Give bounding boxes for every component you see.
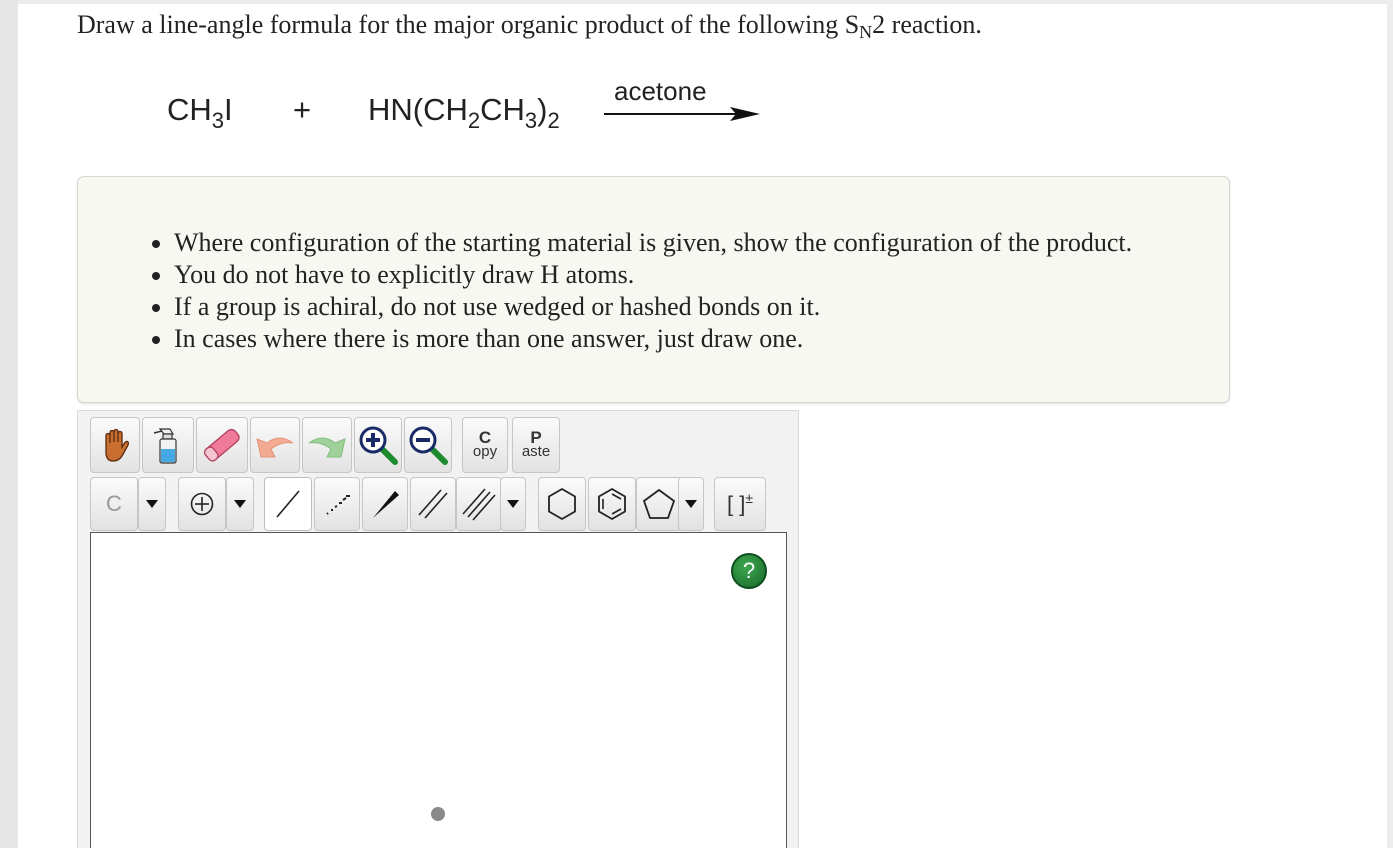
top-gutter [18, 0, 1393, 4]
chevron-down-icon [146, 500, 158, 508]
atom-carbon-button[interactable]: C [90, 477, 138, 531]
benzene-button[interactable] [588, 477, 636, 531]
plus-charge-icon [190, 492, 214, 516]
redo-arrow-icon [308, 437, 346, 458]
right-gutter [1387, 0, 1393, 848]
undo-arrow-icon [256, 437, 294, 458]
canvas-marker-dot [431, 807, 445, 821]
chevron-down-icon [685, 500, 697, 508]
undo-button[interactable] [250, 417, 300, 473]
eraser-tool-button[interactable] [196, 417, 248, 473]
paste-label: Paste [521, 428, 551, 460]
spray-bottle-icon [153, 428, 177, 464]
instruction-item: If a group is achiral, do not use wedged… [174, 291, 1132, 323]
charge-button[interactable] [178, 477, 226, 531]
wedge-bond-icon [373, 491, 399, 518]
cyclohexane-button[interactable] [538, 477, 586, 531]
zoom-out-button[interactable] [404, 417, 452, 473]
bond-dropdown-button[interactable] [500, 477, 526, 531]
spray-tool-button[interactable] [142, 417, 194, 473]
plus-sign: + [293, 92, 312, 127]
bracket-label: [ ]± [726, 490, 754, 517]
instructions-box: Where configuration of the starting mate… [77, 176, 1230, 403]
hand-tool-button[interactable] [90, 417, 140, 473]
triple-bond-button[interactable] [456, 477, 502, 531]
double-bond-button[interactable] [410, 477, 456, 531]
zoom-in-button[interactable] [354, 417, 402, 473]
copy-button[interactable]: Copy [462, 417, 508, 473]
hexagon-icon [548, 487, 576, 521]
help-button[interactable]: ? [731, 553, 767, 589]
hashed-bond-icon [326, 495, 350, 515]
pentagon-icon [642, 488, 676, 519]
single-bond-button[interactable] [264, 477, 312, 531]
hashed-bond-button[interactable] [314, 477, 360, 531]
atom-label: C [106, 491, 122, 516]
chevron-down-icon [507, 500, 519, 508]
instruction-item: In cases where there is more than one an… [174, 323, 1132, 355]
question-text: Draw a line-angle formula for the major … [77, 10, 982, 42]
reactant-methyl-iodide: CH3I [167, 92, 233, 133]
molecule-editor: Copy Paste C []± ? [77, 410, 799, 848]
copy-label: Copy [472, 428, 498, 460]
paste-button[interactable]: Paste [512, 417, 560, 473]
benzene-ring-icon [598, 487, 626, 521]
chevron-down-icon [234, 500, 246, 508]
zoom-in-icon [359, 426, 398, 465]
instruction-item: Where configuration of the starting mate… [174, 227, 1132, 259]
triple-bond-icon [462, 488, 496, 521]
wedge-bond-button[interactable] [362, 477, 408, 531]
redo-button[interactable] [302, 417, 352, 473]
cyclopentane-button[interactable] [636, 477, 682, 531]
atom-dropdown-button[interactable] [138, 477, 166, 531]
reaction-arrow-icon [604, 107, 760, 121]
zoom-out-icon [409, 426, 448, 465]
bracket-button[interactable]: [ ]± [714, 477, 766, 531]
eraser-icon [203, 428, 240, 462]
reactant-diethylamine: HN(CH2CH3)2 [368, 92, 560, 133]
drawing-canvas[interactable]: ? [90, 532, 787, 848]
single-bond-icon [276, 490, 300, 518]
charge-dropdown-button[interactable] [226, 477, 254, 531]
instruction-item: You do not have to explicitly draw H ato… [174, 259, 1132, 291]
reaction-equation: CH3I + HN(CH2CH3)2 acetone [0, 70, 900, 150]
ring-dropdown-button[interactable] [678, 477, 704, 531]
hand-icon [105, 428, 130, 462]
double-bond-icon [418, 489, 448, 519]
instructions-list: Where configuration of the starting mate… [174, 227, 1132, 355]
